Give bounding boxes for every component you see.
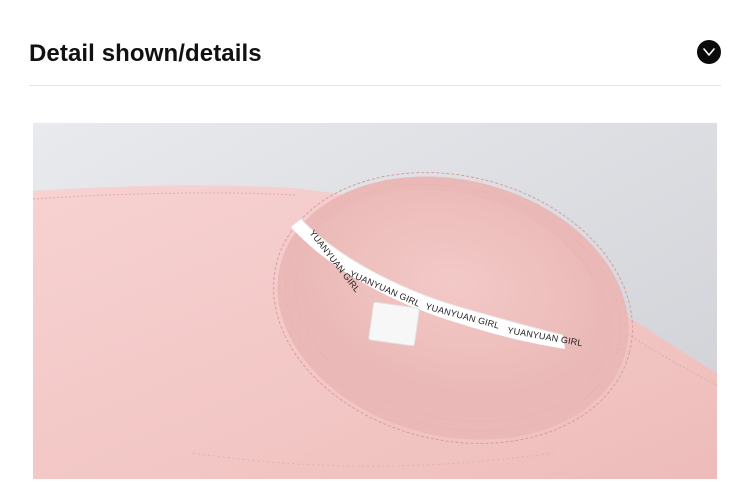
- expand-toggle-button[interactable]: [697, 40, 721, 64]
- product-detail-image: YUANYUAN GIRL YUANYUAN GIRL YUANYUAN GIR…: [33, 123, 717, 479]
- header-divider: [29, 85, 721, 86]
- chevron-down-icon: [703, 48, 715, 56]
- section-title: Detail shown/details: [29, 40, 262, 67]
- care-label: [368, 302, 420, 346]
- section-header: Detail shown/details: [29, 36, 721, 74]
